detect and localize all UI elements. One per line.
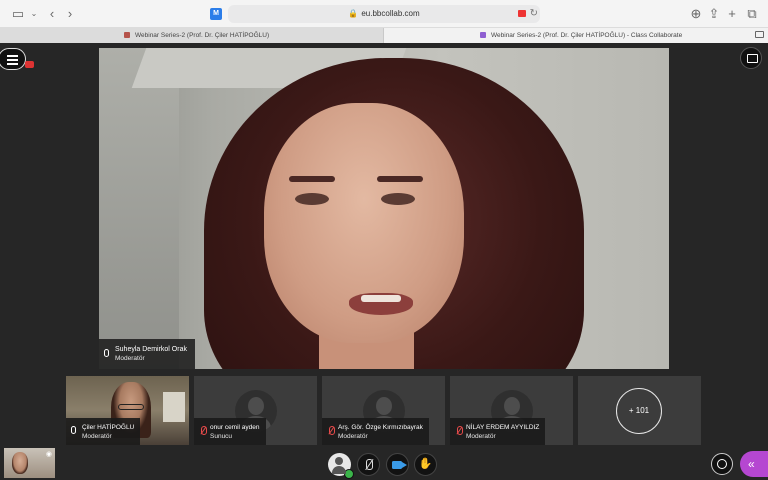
layout-toggle-button[interactable]	[740, 47, 762, 69]
self-view-video[interactable]: ◉	[4, 448, 55, 478]
tab-label: Webinar Series-2 (Prof. Dr. Çiler HATİPO…	[491, 32, 683, 39]
raise-hand-button[interactable]: ✋	[414, 453, 437, 476]
open-collaborate-panel-button[interactable]: «	[740, 451, 768, 477]
address-bar[interactable]: 🔒 eu.bbcollab.com ↻	[228, 5, 540, 23]
main-speaker-name: Suheyla Demirkol Orak	[115, 346, 187, 353]
browser-toolbar: ▭ ⌄ ‹ › M 🔒 eu.bbcollab.com ↻ ⊕ ⇪ + ⧉	[0, 0, 768, 28]
main-speaker-name-tag: Suheyla Demirkol Orak Moderatör	[99, 339, 195, 369]
sidebar-icon[interactable]: ▭	[10, 6, 26, 22]
lock-icon: 🔒	[348, 9, 359, 18]
participant-name-tag: Arş. Gör. Özge Kırmızıbayrak Moderatör	[322, 418, 429, 445]
microphone-muted-icon	[327, 426, 335, 436]
session-status-button[interactable]	[711, 453, 733, 475]
tab-class-collaborate[interactable]: Webinar Series-2 (Prof. Dr. Çiler HATİPO…	[384, 28, 768, 43]
speaker-eye	[381, 193, 415, 205]
participant-glasses	[118, 404, 144, 410]
tab-favicon-icon	[480, 32, 486, 39]
participant-role: Sunucu	[210, 433, 233, 440]
camera-in-use-icon[interactable]	[518, 10, 526, 17]
participant-tile[interactable]: onur cemil ayden Sunucu	[194, 376, 317, 445]
participant-role: Moderatör	[338, 433, 368, 440]
self-view-face	[12, 452, 28, 474]
tab-bar: Webinar Series-2 (Prof. Dr. Çiler HATİPO…	[0, 28, 768, 43]
participant-name-tag: NİLAY ERDEM AYYILDIZ Moderatör	[450, 418, 546, 445]
participant-name: Çiler HATİPOĞLU	[82, 424, 135, 431]
open-menu-button[interactable]	[0, 48, 26, 70]
speaker-eye	[295, 193, 329, 205]
microphone-icon	[71, 426, 76, 434]
back-icon[interactable]: ‹	[44, 6, 60, 22]
collaborate-stage: Suheyla Demirkol Orak Moderatör Çiler HA…	[0, 43, 768, 480]
tab-webinar[interactable]: Webinar Series-2 (Prof. Dr. Çiler HATİPO…	[0, 28, 384, 43]
new-tab-icon[interactable]: +	[724, 6, 740, 22]
microphone-toggle-button[interactable]	[357, 453, 380, 476]
participant-tile[interactable]: Arş. Gör. Özge Kırmızıbayrak Moderatör	[322, 376, 445, 445]
eye-icon[interactable]: ◉	[46, 450, 52, 458]
background-wall	[99, 48, 179, 369]
my-status-button[interactable]	[328, 453, 354, 479]
camera-icon	[392, 461, 407, 469]
speaker-teeth	[361, 295, 401, 302]
reload-icon[interactable]: ↻	[530, 5, 538, 23]
participant-tile[interactable]: NİLAY ERDEM AYYILDIZ Moderatör	[450, 376, 573, 445]
participant-name: onur cemil ayden	[210, 424, 260, 431]
more-participants-tile[interactable]: + 101	[578, 376, 701, 445]
main-speaker-video: Suheyla Demirkol Orak Moderatör	[99, 48, 669, 369]
participant-role: Moderatör	[466, 433, 496, 440]
background-shelf	[163, 392, 185, 422]
more-participants-count[interactable]: + 101	[616, 388, 662, 434]
participant-name-tag: onur cemil ayden Sunucu	[194, 418, 266, 445]
participant-role: Moderatör	[82, 433, 112, 440]
participant-name-tag: Çiler HATİPOĞLU Moderatör	[66, 418, 141, 445]
tab-favicon-icon	[124, 32, 130, 39]
camera-tab-icon	[755, 31, 764, 38]
menu-badge	[25, 61, 34, 68]
speaker-brow	[289, 176, 335, 182]
microphone-muted-icon	[455, 426, 463, 436]
share-icon[interactable]: ⇪	[706, 6, 722, 22]
status-available-icon	[344, 469, 354, 479]
participant-tile[interactable]: Çiler HATİPOĞLU Moderatör	[66, 376, 189, 445]
microphone-icon	[104, 349, 109, 357]
speaker-brow	[377, 176, 423, 182]
microphone-muted-icon	[199, 426, 207, 436]
tab-overview-icon[interactable]: ⧉	[744, 6, 760, 22]
participant-name: Arş. Gör. Özge Kırmızıbayrak	[338, 424, 423, 431]
tab-label: Webinar Series-2 (Prof. Dr. Çiler HATİPO…	[135, 32, 270, 39]
site-favicon-icon: M	[210, 8, 222, 20]
chevron-down-icon[interactable]: ⌄	[26, 6, 42, 22]
participant-name: NİLAY ERDEM AYYILDIZ	[466, 424, 540, 431]
camera-toggle-button[interactable]	[386, 453, 409, 476]
forward-icon[interactable]: ›	[62, 6, 78, 22]
download-icon[interactable]: ⊕	[688, 6, 704, 22]
url-text: eu.bbcollab.com	[361, 9, 420, 18]
main-speaker-role: Moderatör	[115, 355, 145, 362]
